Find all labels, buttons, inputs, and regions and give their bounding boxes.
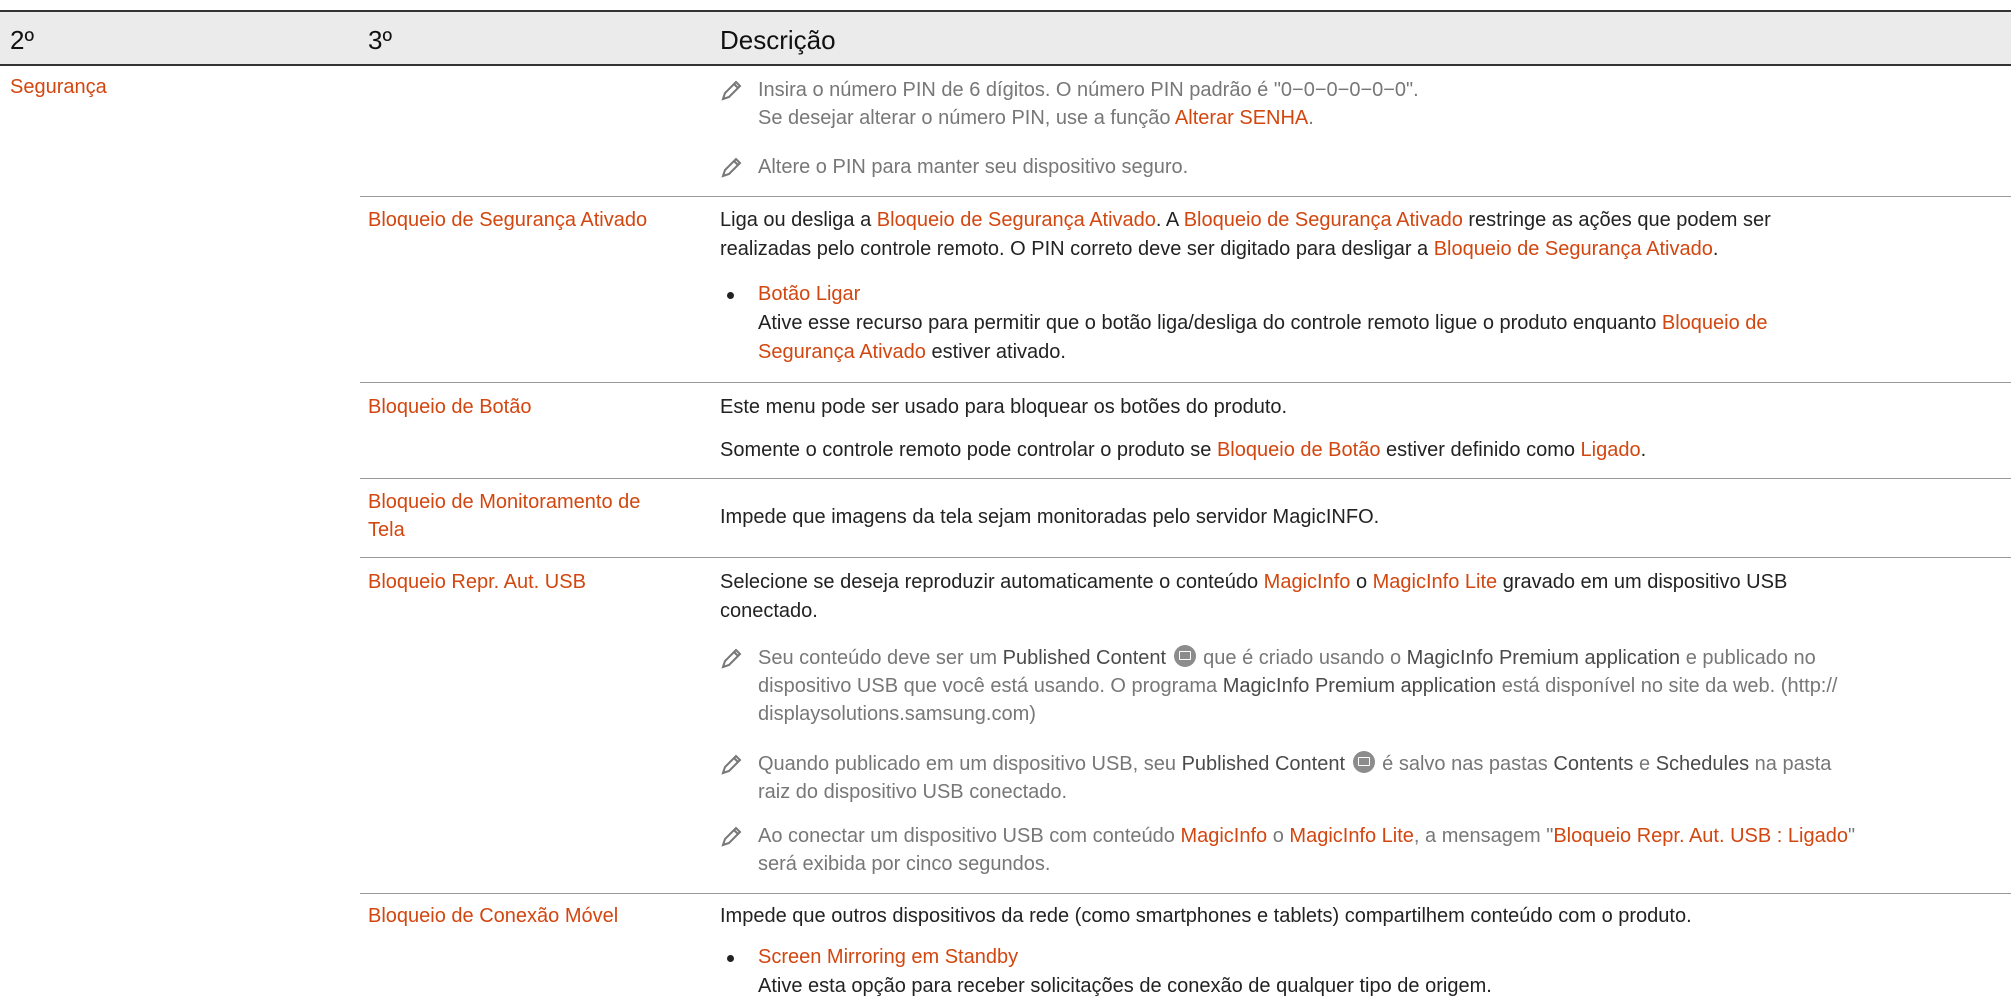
row-divider (360, 557, 2011, 558)
section-title[interactable]: Segurança (10, 76, 107, 99)
row-divider (360, 478, 2011, 479)
row-divider (360, 196, 2011, 197)
row-divider (360, 893, 2011, 894)
note-pin-secure: Altere o PIN para manter seu dispositivo… (720, 153, 2010, 181)
row-desc-repr-aut-usb: Selecione se deseja reproduzir automatic… (720, 571, 1788, 622)
published-content-icon (1352, 751, 1375, 773)
bullet-dot (727, 955, 734, 962)
row-desc-bloqueio-botao: Este menu pode ser usado para bloquear o… (720, 396, 1288, 418)
header-col-4: Descrição (720, 25, 836, 55)
note-pin-default: Insira o número PIN de 6 dígitos. O núme… (720, 76, 2010, 132)
row-name-seguranca-ativado[interactable]: Bloqueio de Segurança Ativado (368, 206, 698, 234)
header-col-2: 2º (10, 25, 34, 55)
pencil-icon (721, 648, 742, 669)
table-header: 2º 3º Descrição (0, 12, 2011, 66)
pencil-icon (721, 754, 742, 775)
bullet-title-screen-mirroring[interactable]: Screen Mirroring em Standby (758, 943, 2010, 972)
note-pin-secure-text: Altere o PIN para manter seu dispositivo… (758, 156, 1189, 178)
bullet-title-botao-ligar[interactable]: Botão Ligar (758, 280, 2010, 309)
pencil-icon (721, 80, 742, 101)
row-name-repr-aut-usb[interactable]: Bloqueio Repr. Aut. USB (368, 568, 698, 596)
row-desc-bloqueio-botao-2: Somente o controle remoto pode controlar… (720, 439, 1647, 461)
pencil-icon (721, 826, 742, 847)
bullet-botao-ligar: Botão Ligar Ative esse recurso para perm… (720, 280, 2010, 367)
published-content-icon (1173, 645, 1196, 667)
row-desc-monitoramento: Impede que imagens da tela sejam monitor… (720, 506, 1380, 528)
bullet-screen-mirroring: Screen Mirroring em Standby Ative esta o… (720, 943, 2010, 1001)
note-usb-folders: Quando publicado em um dispositivo USB, … (720, 750, 2010, 806)
row-desc-seguranca-ativado: Liga ou desliga a Bloqueio de Segurança … (720, 209, 1771, 260)
note-pin-line2: Se desejar alterar o número PIN, use a f… (758, 107, 1314, 129)
row-name-bloqueio-botao[interactable]: Bloqueio de Botão (368, 393, 698, 421)
row-name-monitoramento[interactable]: Bloqueio de Monitoramento de Tela (368, 488, 698, 544)
bullet-dot (727, 292, 734, 299)
note-published-content: Seu conteúdo deve ser um Published Conte… (720, 644, 2010, 728)
row-name-conexao-movel[interactable]: Bloqueio de Conexão Móvel (368, 902, 698, 930)
header-col-3: 3º (368, 25, 392, 55)
row-desc-conexao-movel: Impede que outros dispositivos da rede (… (720, 905, 1692, 927)
pencil-icon (721, 157, 742, 178)
row-divider (360, 382, 2011, 383)
note-pin-line1: Insira o número PIN de 6 dígitos. O núme… (758, 79, 1419, 101)
link-alterar-senha[interactable]: Alterar SENHA (1175, 107, 1308, 129)
note-usb-message: Ao conectar um dispositivo USB com conte… (720, 822, 2010, 878)
